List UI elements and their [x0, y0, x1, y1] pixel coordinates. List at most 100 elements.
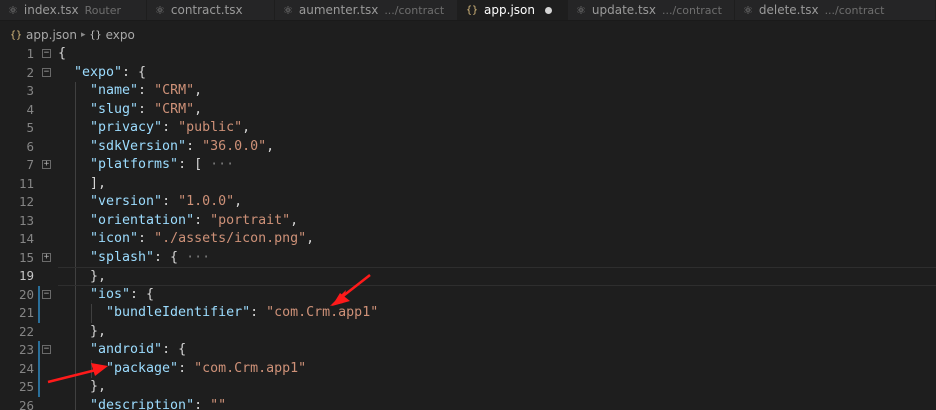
line-text: {: [58, 45, 66, 64]
expand-fold-icon[interactable]: +: [42, 160, 51, 169]
json-key: "slug": [90, 101, 139, 117]
code-line[interactable]: 3 "name": "CRM",: [0, 82, 936, 101]
tab-aumenter-tsx[interactable]: ⚛ aumenter.tsx .../contract: [275, 0, 458, 20]
tab-description: .../contract: [384, 3, 445, 17]
line-number: 19: [18, 268, 34, 283]
breadcrumb-symbol[interactable]: expo: [106, 28, 135, 42]
tab-label: aumenter.tsx: [298, 3, 379, 17]
code-line[interactable]: 12 "version": "1.0.0",: [0, 193, 936, 212]
line-text: "android": {: [90, 341, 186, 360]
json-string: "": [210, 397, 227, 410]
line-text: },: [90, 323, 106, 342]
expand-fold-icon[interactable]: +: [42, 252, 51, 262]
punctuation: :: [250, 305, 267, 320]
tab-delete-tsx[interactable]: ⚛ delete.tsx .../contract: [735, 0, 936, 20]
tab-label: delete.tsx: [758, 3, 819, 17]
json-key: "splash": [90, 249, 155, 265]
code-line[interactable]: 11],: [0, 174, 936, 193]
tab-label: app.json: [484, 3, 535, 17]
json-key: "privacy": [90, 120, 163, 135]
punctuation: ,: [290, 212, 299, 228]
punctuation: : [: [178, 157, 211, 172]
tab-app-json[interactable]: {} app.json: [458, 0, 568, 20]
code-line[interactable]: 26 "description": "": [0, 396, 936, 410]
line-text: },: [90, 268, 106, 287]
json-key: "version": [90, 194, 163, 209]
code-line[interactable]: 14 "icon": "./assets/icon.png",: [0, 230, 936, 249]
code-line[interactable]: 1−{: [0, 45, 936, 64]
punctuation: :: [194, 212, 211, 228]
object-symbol-icon: {}: [89, 29, 102, 41]
unsaved-dot-icon[interactable]: [544, 6, 552, 14]
collapse-fold-icon[interactable]: −: [42, 67, 51, 77]
breadcrumb-file[interactable]: app.json: [26, 28, 77, 42]
line-text: "package": "com.Crm.app1": [106, 360, 306, 379]
tab-description: Router: [84, 3, 122, 17]
tab-contract-tsx[interactable]: ⚛ contract.tsx: [147, 0, 275, 20]
chevron-right-icon: ▸: [80, 30, 86, 40]
code-line[interactable]: 4 "slug": "CRM",: [0, 100, 936, 119]
code-line[interactable]: 2− "expo": {: [0, 64, 936, 83]
line-text: "bundleIdentifier": "com.Crm.app1": [106, 304, 378, 323]
line-number: 2: [26, 64, 34, 80]
indent-guide: [75, 322, 76, 341]
code-line[interactable]: 25},: [0, 378, 936, 397]
json-key: "package": [106, 360, 179, 376]
code-line[interactable]: 20− "ios": {: [0, 285, 936, 304]
modified-line-marker: [38, 304, 40, 323]
json-string: "public": [178, 120, 243, 135]
json-key: "orientation": [90, 212, 195, 228]
json-key: "android": [90, 342, 163, 357]
collapse-fold-icon[interactable]: −: [42, 345, 51, 354]
breadcrumb: {} app.json ▸ {} expo: [0, 26, 936, 44]
code-line[interactable]: 13 "orientation": "portrait",: [0, 211, 936, 230]
tab-index-tsx[interactable]: ⚛ index.tsx Router: [0, 0, 147, 20]
line-text: "version": "1.0.0",: [90, 193, 242, 212]
line-text: "name": "CRM",: [90, 82, 202, 101]
tab-bar: ⚛ index.tsx Router ⚛ contract.tsx ⚛ aumenter.t…: [0, 0, 936, 21]
code-line[interactable]: 15 + "splash": { ···: [0, 248, 936, 267]
modified-line-marker: [38, 341, 40, 360]
indent-guide: [75, 137, 76, 156]
code-line[interactable]: 23− "android": {: [0, 341, 936, 360]
punctuation: :: [138, 231, 155, 246]
json-key: "sdkVersion": [90, 138, 187, 154]
code-line[interactable]: 24 "package": "com.Crm.app1": [0, 359, 936, 379]
line-number: 7: [26, 157, 34, 172]
tab-update-tsx[interactable]: ⚛ update.tsx .../contract: [568, 0, 735, 20]
indent-guide: [75, 396, 76, 410]
code-editor[interactable]: 1−{2− "expo": {3 "name": "CRM", 4 "slug": "C…: [0, 45, 936, 410]
code-line[interactable]: 19},: [0, 267, 936, 286]
punctuation: },: [90, 379, 107, 394]
line-number: 26: [18, 397, 34, 410]
indent-guide: [75, 378, 76, 397]
code-line[interactable]: 5 "privacy": "public",: [0, 119, 936, 138]
line-number: 22: [18, 323, 34, 339]
tab-label: index.tsx: [23, 3, 79, 17]
json-string: "./assets/icon.png": [154, 231, 307, 246]
collapse-fold-icon[interactable]: −: [42, 49, 51, 58]
json-string: "portrait": [210, 212, 291, 228]
code-line[interactable]: 7 + "platforms": [ ···: [0, 156, 936, 175]
punctuation: :: [194, 397, 211, 410]
line-text: "privacy": "public",: [90, 119, 250, 138]
json-key: "expo": [74, 64, 123, 80]
indent-guide: [75, 193, 76, 212]
json-key: "bundleIdentifier": [106, 305, 251, 320]
json-string: "com.Crm.app1": [266, 305, 379, 320]
indent-guide: [75, 211, 76, 230]
code-line[interactable]: 21 "bundleIdentifier": "com.Crm.app1": [0, 304, 936, 323]
line-number: 11: [18, 175, 34, 191]
code-line[interactable]: 6 "sdkVersion": "36.0.0",: [0, 137, 936, 156]
code-line[interactable]: 22},: [0, 322, 936, 342]
punctuation: },: [90, 269, 107, 284]
collapse-fold-icon[interactable]: −: [42, 289, 51, 299]
line-number: 3: [26, 83, 34, 98]
tab-label: update.tsx: [591, 3, 657, 17]
json-key: "icon": [90, 231, 139, 246]
json-key: "ios": [90, 286, 131, 302]
punctuation: :: [178, 360, 195, 376]
tab-description: .../contract: [824, 3, 885, 17]
punctuation: :: [186, 138, 203, 154]
line-number: 1: [26, 46, 34, 61]
